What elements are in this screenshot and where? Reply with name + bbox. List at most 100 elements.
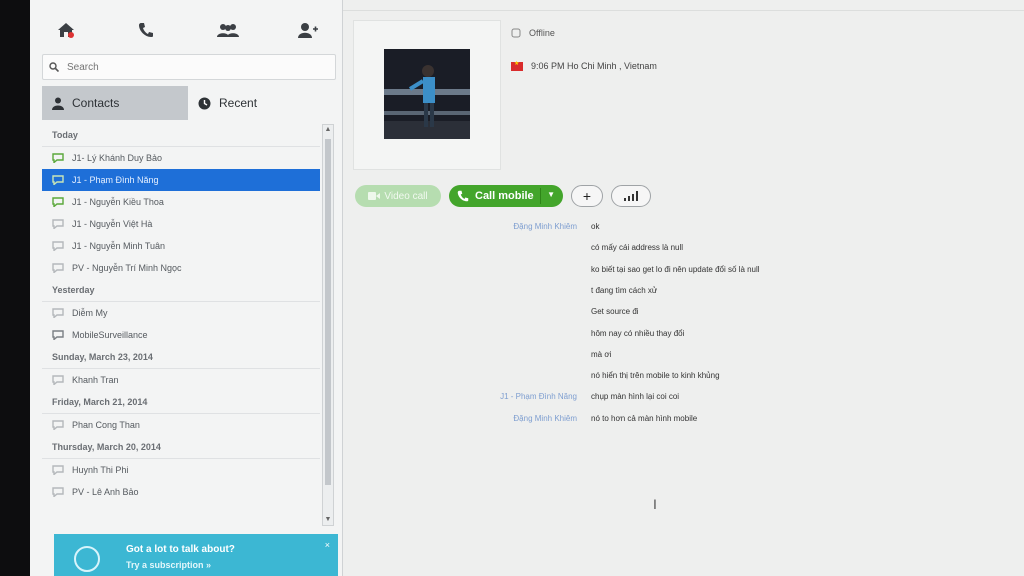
message-text: chụp màn hình lại coi coi xyxy=(591,392,680,402)
status-text: Offline xyxy=(529,28,555,38)
call-mobile-label: Call mobile xyxy=(475,190,534,202)
group-icon xyxy=(217,24,239,37)
group-header: Today xyxy=(42,124,320,147)
home-icon xyxy=(58,23,74,38)
message-row: ko biết tại sao get lo đi nên update đổi… xyxy=(343,265,1024,281)
chevron-down-icon[interactable]: ▼ xyxy=(547,190,555,199)
list-scrollbar[interactable]: ▲ ▼ xyxy=(322,124,334,526)
message-text: nó to hơn cả màn hình mobile xyxy=(591,413,698,423)
video-call-label: Video call xyxy=(384,190,428,202)
clock-icon xyxy=(198,97,211,109)
add-participant-button[interactable]: + xyxy=(571,185,603,207)
chat-bubble-icon xyxy=(52,487,64,497)
contact-name: Khanh Tran xyxy=(72,375,119,385)
profile-photo xyxy=(384,49,470,139)
recent-contact-item[interactable]: J1 - Phạm Đình Năng xyxy=(42,169,320,191)
group-header: Thursday, March 20, 2014 xyxy=(42,436,320,459)
scroll-up-arrow[interactable]: ▲ xyxy=(323,125,333,135)
message-sender[interactable]: Đặng Minh Khiêm xyxy=(377,414,577,423)
group-header: Sunday, March 23, 2014 xyxy=(42,346,320,369)
message-row: nó hiển thị trên mobile to kinh khủng xyxy=(343,371,1024,387)
message-text: ko biết tại sao get lo đi nên update đổi… xyxy=(591,264,760,274)
divider xyxy=(343,10,1024,11)
chat-bubble-icon xyxy=(52,241,64,251)
message-row: J1 - Phạm Đình Năng chụp màn hình lại coi… xyxy=(343,392,1024,408)
split-divider xyxy=(540,188,541,204)
message-text: ok xyxy=(591,222,600,231)
contact-name: J1 - Phạm Đình Năng xyxy=(72,175,159,185)
chat-bubble-icon xyxy=(52,219,64,229)
location-text: 9:06 PM Ho Chi Minh , Vietnam xyxy=(531,61,657,71)
tab-contacts-label: Contacts xyxy=(72,96,120,110)
recent-contact-item[interactable]: PV - Lê Anh Bảo xyxy=(42,481,320,503)
chat-bubble-icon xyxy=(52,375,64,385)
message-history: Đặng Minh Khiêm ok có mấy cái address là n… xyxy=(343,218,1024,448)
contact-name: J1- Lý Khánh Duy Bảo xyxy=(72,153,163,163)
recent-contact-item[interactable]: PV - Nguyễn Trí Minh Ngọc xyxy=(42,257,320,279)
message-row: hôm nay có nhiều thay đổi xyxy=(343,329,1024,345)
tab-contacts[interactable]: Contacts xyxy=(42,86,188,120)
recent-contact-item[interactable]: Phan Cong Than xyxy=(42,414,320,436)
search-box[interactable] xyxy=(42,54,336,80)
contact-name: Phan Cong Than xyxy=(72,420,140,430)
globe-icon xyxy=(74,546,100,572)
phone-icon xyxy=(139,23,153,37)
scroll-thumb[interactable] xyxy=(325,139,331,485)
contact-name: J1 - Nguyễn Kiều Thoa xyxy=(72,197,164,207)
promo-link[interactable]: Try a subscription » xyxy=(126,560,211,570)
recent-contact-item[interactable]: Khanh Tran xyxy=(42,369,320,391)
subscription-promo[interactable]: Got a lot to talk about? Try a subscript… xyxy=(54,534,338,576)
message-text: có mấy cái address là null xyxy=(591,243,684,253)
search-icon xyxy=(43,62,65,72)
status-row: Offline xyxy=(511,28,555,38)
recent-contact-item[interactable]: J1 - Nguyễn Kiều Thoa xyxy=(42,191,320,213)
phone-icon xyxy=(457,190,469,202)
chat-bubble-icon xyxy=(52,308,64,318)
chat-bubble-icon xyxy=(52,197,64,207)
message-row: Đặng Minh Khiêm nó to hơn cả màn hình mob… xyxy=(343,414,1024,430)
message-row: Đặng Minh Khiêm ok xyxy=(343,222,1024,238)
recent-contact-item[interactable]: Diễm My xyxy=(42,302,320,324)
conversation-panel: Offline 9:06 PM Ho Chi Minh , Vietnam Vi… xyxy=(343,0,1024,576)
message-text: hôm nay có nhiều thay đổi xyxy=(591,328,685,338)
call-actions: Video call Call mobile ▼ + xyxy=(355,184,651,208)
avatar[interactable] xyxy=(384,49,470,139)
recent-contact-item[interactable]: J1 - Nguyễn Việt Hà xyxy=(42,213,320,235)
home-button[interactable] xyxy=(36,10,96,50)
tab-bar: Contacts Recent xyxy=(42,86,334,120)
chat-bubble-icon xyxy=(52,465,64,475)
recent-contact-item[interactable]: Huynh Thi Phi xyxy=(42,459,320,481)
message-sender[interactable]: Đặng Minh Khiêm xyxy=(377,222,577,231)
plus-icon: + xyxy=(582,188,592,204)
call-button[interactable] xyxy=(116,10,176,50)
message-sender[interactable]: J1 - Phạm Đình Năng xyxy=(377,392,577,401)
group-chat-icon xyxy=(52,330,64,340)
chat-bubble-icon xyxy=(52,175,64,185)
contact-name: MobileSurveillance xyxy=(72,330,148,340)
text-cursor-icon: I xyxy=(653,496,657,512)
promo-close-button[interactable]: × xyxy=(325,540,330,550)
search-input[interactable] xyxy=(65,60,319,74)
recent-contact-item[interactable]: J1 - Nguyễn Minh Tuân xyxy=(42,235,320,257)
call-mobile-button[interactable]: Call mobile ▼ xyxy=(449,185,563,207)
contacts-button[interactable] xyxy=(198,10,258,50)
call-quality-button[interactable] xyxy=(611,185,651,207)
recent-contact-item[interactable]: MobileSurveillance xyxy=(42,324,320,346)
video-call-button[interactable]: Video call xyxy=(355,185,441,207)
vietnam-flag-icon xyxy=(511,60,523,71)
message-row: t đang tìm cách xử xyxy=(343,286,1024,302)
add-contact-button[interactable] xyxy=(278,10,338,50)
offline-status-icon xyxy=(511,28,521,38)
scroll-down-arrow[interactable]: ▼ xyxy=(323,515,333,525)
video-camera-icon xyxy=(368,192,381,200)
message-text: nó hiển thị trên mobile to kinh khủng xyxy=(591,371,720,381)
signal-bars-icon xyxy=(624,191,638,201)
add-person-icon xyxy=(298,23,318,38)
chat-bubble-icon xyxy=(52,153,64,163)
recent-contact-item[interactable]: J1- Lý Khánh Duy Bảo xyxy=(42,147,320,169)
recent-list: Today J1- Lý Khánh Duy Bảo J1 - Phạm Đình … xyxy=(42,124,320,534)
message-row: mà ơi xyxy=(343,350,1024,366)
top-nav xyxy=(30,10,342,50)
tab-recent[interactable]: Recent xyxy=(188,86,334,120)
chat-bubble-icon xyxy=(52,420,64,430)
